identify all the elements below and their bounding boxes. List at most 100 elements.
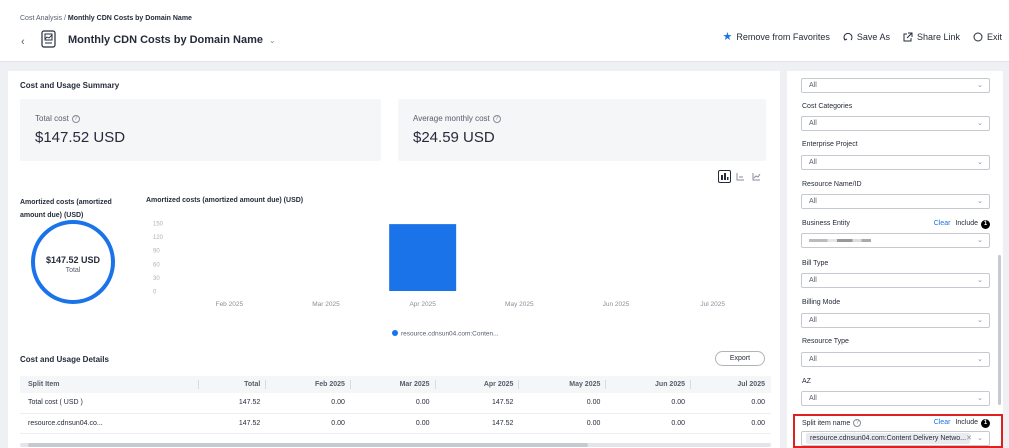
resource-name-select[interactable]: All ⌄ — [801, 194, 990, 209]
help-icon[interactable]: ? — [71, 114, 80, 123]
summary-title: Cost and Usage Summary — [20, 81, 120, 90]
sidebar-scrollbar[interactable] — [998, 255, 1001, 405]
redacted-value — [809, 239, 871, 242]
report-icon — [41, 30, 56, 48]
chevron-down-icon: ⌄ — [977, 277, 983, 284]
total-cost-label-wrap: Total cost? — [35, 114, 80, 123]
table-cell: 0.00 — [519, 413, 607, 434]
exit-button[interactable]: Exit — [973, 30, 1002, 43]
x-tick-label: Mar 2025 — [312, 301, 340, 308]
table-cell: 0.00 — [519, 393, 607, 414]
breadcrumb-root[interactable]: Cost Analysis / — [20, 15, 66, 22]
total-donut-chart: $147.52 USD Total — [31, 220, 115, 304]
business-entity-label: Business Entity — [802, 220, 850, 227]
average-cost-card: Average monthly cost? $24.59 USD — [398, 99, 766, 161]
table-cell: 0.00 — [606, 413, 691, 434]
col-feb-2025[interactable]: Feb 2025 — [266, 376, 351, 393]
table-cell: Total cost ( USD ) — [20, 393, 199, 414]
chevron-down-icon: ⌄ — [977, 317, 983, 324]
bar-chart-icon — [721, 173, 729, 180]
table-cell: 0.00 — [266, 413, 351, 434]
remove-favorite-label: Remove from Favorites — [736, 31, 830, 42]
x-tick-label: Feb 2025 — [216, 301, 244, 308]
business-entity-controls: Clear Include 1 — [934, 220, 990, 229]
highlight-box — [793, 414, 1003, 448]
chevron-down-icon: ⌄ — [977, 120, 983, 127]
page-title: Monthly CDN Costs by Domain Name — [68, 34, 263, 46]
az-label: AZ — [802, 378, 811, 385]
table-cell[interactable]: resource.cdnsun04.co... — [20, 413, 199, 434]
business-entity-select[interactable]: ⌄ — [801, 233, 990, 248]
top-filter-select[interactable]: All ⌄ — [801, 78, 990, 93]
donut-caption: Total — [65, 267, 81, 274]
bar-chart-view-button[interactable] — [718, 170, 731, 183]
share-link-button[interactable]: Share Link — [903, 30, 960, 43]
donut-title: Amortized costs (amortized amount due) (… — [20, 199, 112, 219]
business-entity-count-badge: 1 — [981, 220, 990, 229]
export-button[interactable]: Export — [715, 351, 765, 366]
main-panel: Cost and Usage Summary Total cost? $147.… — [8, 71, 780, 448]
table-cell: 147.52 — [198, 413, 267, 434]
table-row: resource.cdnsun04.co... 147.52 0.00 0.00… — [20, 413, 771, 434]
resource-type-select[interactable]: All ⌄ — [801, 352, 990, 367]
col-mar-2025[interactable]: Mar 2025 — [350, 376, 436, 393]
bill-type-select[interactable]: All ⌄ — [801, 273, 990, 288]
cost-categories-label: Cost Categories — [802, 103, 853, 110]
header-actions: ★ Remove from Favorites Save As Share Li… — [723, 30, 1002, 43]
line-chart-view-button[interactable] — [750, 170, 763, 183]
enterprise-project-select[interactable]: All ⌄ — [801, 155, 990, 170]
stacked-chart-view-button[interactable] — [734, 170, 747, 183]
share-link-label: Share Link — [916, 31, 960, 42]
table-row: Total cost ( USD ) 147.52 0.00 0.00 147.… — [20, 393, 771, 414]
col-total[interactable]: Total — [198, 376, 267, 393]
y-tick-label: 150 — [153, 222, 164, 228]
details-table: Split Item Total Feb 2025 Mar 2025 Apr 2… — [20, 376, 771, 434]
col-apr-2025[interactable]: Apr 2025 — [435, 376, 520, 393]
table-cell: 147.52 — [198, 393, 267, 414]
save-as-icon — [843, 32, 853, 41]
average-cost-value: $24.59 USD — [413, 129, 495, 146]
stacked-chart-icon — [736, 173, 744, 181]
bar — [389, 224, 457, 291]
filter-sidebar: All ⌄ Cost Categories All ⌄ Enterprise Pro… — [787, 71, 1003, 448]
chevron-down-icon: ⌄ — [977, 198, 983, 205]
save-as-button[interactable]: Save As — [843, 30, 890, 43]
table-cell: 0.00 — [606, 393, 691, 414]
col-split-item[interactable]: Split Item — [20, 376, 199, 393]
chevron-down-icon: ⌄ — [977, 237, 983, 244]
report-title-dropdown[interactable]: Monthly CDN Costs by Domain Name ⌄ — [68, 34, 276, 46]
table-cell: 0.00 — [691, 413, 771, 434]
total-cost-label: Total cost — [35, 114, 69, 123]
col-jul-2025[interactable]: Jul 2025 — [691, 376, 771, 393]
col-may-2025[interactable]: May 2025 — [519, 376, 607, 393]
legend-label: resource.cdnsun04.com:Conten... — [401, 331, 499, 338]
back-arrow-icon[interactable]: ‹ — [21, 36, 25, 48]
donut-value: $147.52 USD — [45, 255, 101, 265]
exit-icon — [973, 32, 983, 41]
legend-swatch — [392, 330, 398, 336]
chevron-down-icon: ⌄ — [977, 356, 983, 363]
x-tick-label: May 2025 — [505, 301, 534, 308]
business-entity-clear[interactable]: Clear — [934, 220, 951, 227]
table-cell: 147.52 — [435, 393, 520, 414]
total-cost-value: $147.52 USD — [35, 129, 126, 146]
scrollbar-thumb[interactable] — [28, 443, 588, 447]
help-icon[interactable]: ? — [492, 114, 501, 123]
breadcrumb: Cost Analysis / Monthly CDN Costs by Dom… — [20, 15, 192, 22]
table-horizontal-scrollbar[interactable] — [20, 443, 771, 447]
star-icon: ★ — [722, 31, 733, 43]
table-cell: 0.00 — [266, 393, 351, 414]
y-tick-label: 60 — [153, 262, 160, 268]
table-cell: 147.52 — [435, 413, 520, 434]
y-tick-label: 120 — [153, 235, 164, 241]
billing-mode-select[interactable]: All ⌄ — [801, 313, 990, 328]
col-jun-2025[interactable]: Jun 2025 — [606, 376, 691, 393]
chevron-down-icon: ⌄ — [977, 159, 983, 166]
x-tick-label: Jun 2025 — [603, 301, 630, 308]
az-select[interactable]: All ⌄ — [801, 391, 990, 406]
cost-categories-select[interactable]: All ⌄ — [801, 116, 990, 131]
remove-favorite-button[interactable]: ★ Remove from Favorites — [723, 30, 830, 43]
average-cost-label-wrap: Average monthly cost? — [413, 114, 501, 123]
breadcrumb-current: Monthly CDN Costs by Domain Name — [67, 15, 192, 22]
business-entity-include[interactable]: Include — [955, 220, 978, 227]
